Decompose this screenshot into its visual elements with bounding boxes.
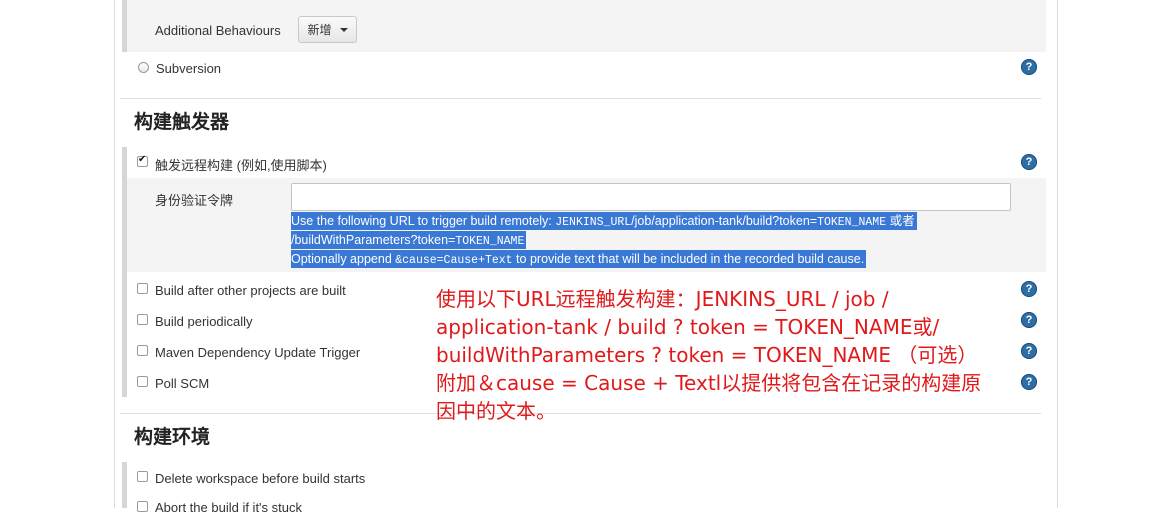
caret-down-icon [339,27,348,32]
build-periodically-help-icon[interactable]: ? [1021,312,1037,328]
subversion-help-icon[interactable]: ? [1021,59,1037,75]
remote-trigger-checkbox[interactable] [137,154,148,167]
build-periodically-label: Build periodically [155,314,253,329]
build-environment-group-bar [122,462,127,508]
subversion-radio[interactable] [138,62,149,73]
trigger-url-help-line-3: Optionally append &cause=Cause+Text to p… [291,250,867,268]
poll-scm-checkbox[interactable] [137,376,148,387]
auth-token-label: 身份验证令牌 [155,193,234,208]
delete-workspace-checkbox[interactable] [137,471,148,482]
poll-scm-label: Poll SCM [155,376,210,391]
build-environment-title: 构建环境 [134,427,211,448]
remote-trigger-help-icon[interactable]: ? [1021,154,1037,170]
maven-dependency-trigger-label: Maven Dependency Update Trigger [155,345,361,360]
add-behaviour-button-label: 新增 [307,23,332,37]
additional-behaviours-label: Additional Behaviours [155,23,281,38]
translation-annotation: 使用以下URL远程触发构建：JENKINS_URL / job / applic… [436,287,982,423]
remote-trigger-label: 触发远程构建 (例如,使用脚本) [155,158,327,173]
build-after-other-projects-checkbox[interactable] [137,283,148,294]
add-behaviour-button[interactable]: 新增 [298,16,357,43]
maven-dependency-trigger-help-icon[interactable]: ? [1021,343,1037,359]
abort-stuck-build-checkbox[interactable] [137,501,148,512]
build-after-other-projects-label: Build after other projects are built [155,283,346,298]
trigger-url-help-line-2: /buildWithParameters?token=TOKEN_NAME [291,231,527,249]
maven-dependency-trigger-checkbox[interactable] [137,345,148,356]
delete-workspace-label: Delete workspace before build starts [155,471,366,486]
section-divider [120,98,1041,99]
build-triggers-title: 构建触发器 [134,112,230,133]
subversion-label: Subversion [156,61,222,76]
auth-token-input[interactable] [291,183,1011,211]
build-periodically-checkbox[interactable] [137,314,148,325]
trigger-url-help-line-1: Use the following URL to trigger build r… [291,212,917,230]
poll-scm-help-icon[interactable]: ? [1021,374,1037,390]
build-after-other-projects-help-icon[interactable]: ? [1021,281,1037,297]
